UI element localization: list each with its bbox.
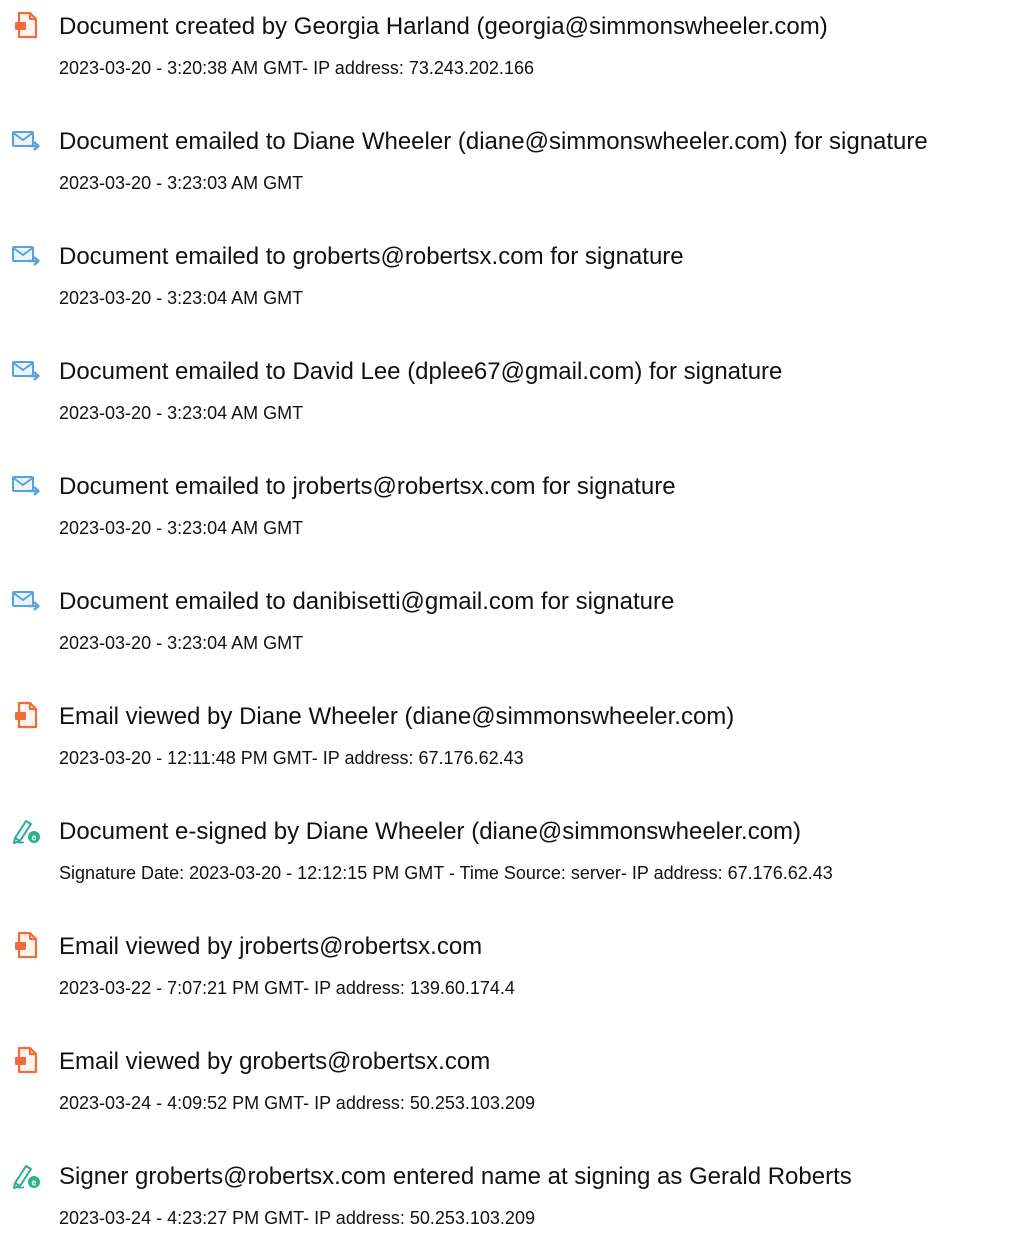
email-viewed-icon xyxy=(11,1045,41,1075)
email-viewed-icon xyxy=(11,930,41,960)
e-signed-icon: e xyxy=(11,1160,41,1190)
entry-title: Document e-signed by Diane Wheeler (dian… xyxy=(59,818,802,845)
email-sent-icon xyxy=(11,355,41,385)
email-sent-icon xyxy=(11,470,41,500)
entry-details: 2023-03-20 - 12:11:48 PM GMT- IP address… xyxy=(59,748,524,768)
entry-details: 2023-03-20 - 3:23:04 AM GMT xyxy=(59,633,304,653)
log-entry: Document emailed to groberts@robertsx.co… xyxy=(0,230,1028,330)
svg-text:e: e xyxy=(31,833,36,843)
log-entry: Email viewed by groberts@robertsx.com 20… xyxy=(0,1035,1028,1135)
email-sent-icon xyxy=(11,585,41,615)
log-entry: Document emailed to jroberts@robertsx.co… xyxy=(0,460,1028,560)
entry-title: Document emailed to danibisetti@gmail.co… xyxy=(59,588,675,615)
entry-title: Email viewed by Diane Wheeler (diane@sim… xyxy=(59,703,735,730)
log-entry: Email viewed by jroberts@robertsx.com 20… xyxy=(0,920,1028,1020)
svg-text:e: e xyxy=(31,1178,36,1188)
log-entry: Document created by Georgia Harland (geo… xyxy=(0,0,1028,100)
entry-details: 2023-03-24 - 4:09:52 PM GMT- IP address:… xyxy=(59,1093,535,1113)
entry-details: 2023-03-20 - 3:23:03 AM GMT xyxy=(59,173,304,193)
entry-details: 2023-03-24 - 4:23:27 PM GMT- IP address:… xyxy=(59,1208,535,1228)
log-entry: Document emailed to David Lee (dplee67@g… xyxy=(0,345,1028,445)
email-sent-icon xyxy=(11,125,41,155)
e-signed-icon: e xyxy=(11,815,41,845)
entry-details: 2023-03-20 - 3:23:04 AM GMT xyxy=(59,518,304,538)
email-sent-icon xyxy=(11,240,41,270)
log-entry: e Document e-signed by Diane Wheeler (di… xyxy=(0,805,1028,905)
entry-details: 2023-03-20 - 3:23:04 AM GMT xyxy=(59,288,304,308)
entry-details: 2023-03-20 - 3:23:04 AM GMT xyxy=(59,403,304,423)
entry-details: 2023-03-22 - 7:07:21 PM GMT- IP address:… xyxy=(59,978,515,998)
entry-title: Signer groberts@robertsx.com entered nam… xyxy=(59,1163,852,1190)
entry-title: Document emailed to groberts@robertsx.co… xyxy=(59,243,684,270)
log-entry: Document emailed to Diane Wheeler (diane… xyxy=(0,115,1028,215)
log-entry: Email viewed by Diane Wheeler (diane@sim… xyxy=(0,690,1028,790)
log-entry: Document emailed to danibisetti@gmail.co… xyxy=(0,575,1028,675)
entry-title: Document emailed to David Lee (dplee67@g… xyxy=(59,358,783,385)
email-viewed-icon xyxy=(11,700,41,730)
entry-title: Email viewed by jroberts@robertsx.com xyxy=(59,933,483,960)
entry-details: 2023-03-20 - 3:20:38 AM GMT- IP address:… xyxy=(59,58,534,78)
log-entry: e Signer groberts@robertsx.com entered n… xyxy=(0,1150,1028,1250)
entry-title: Document emailed to jroberts@robertsx.co… xyxy=(59,473,676,500)
entry-title: Document emailed to Diane Wheeler (diane… xyxy=(59,128,928,155)
entry-title: Email viewed by groberts@robertsx.com xyxy=(59,1048,491,1075)
entry-title: Document created by Georgia Harland (geo… xyxy=(59,13,828,40)
entry-details: Signature Date: 2023-03-20 - 12:12:15 PM… xyxy=(59,863,833,883)
document-created-icon xyxy=(11,10,41,40)
